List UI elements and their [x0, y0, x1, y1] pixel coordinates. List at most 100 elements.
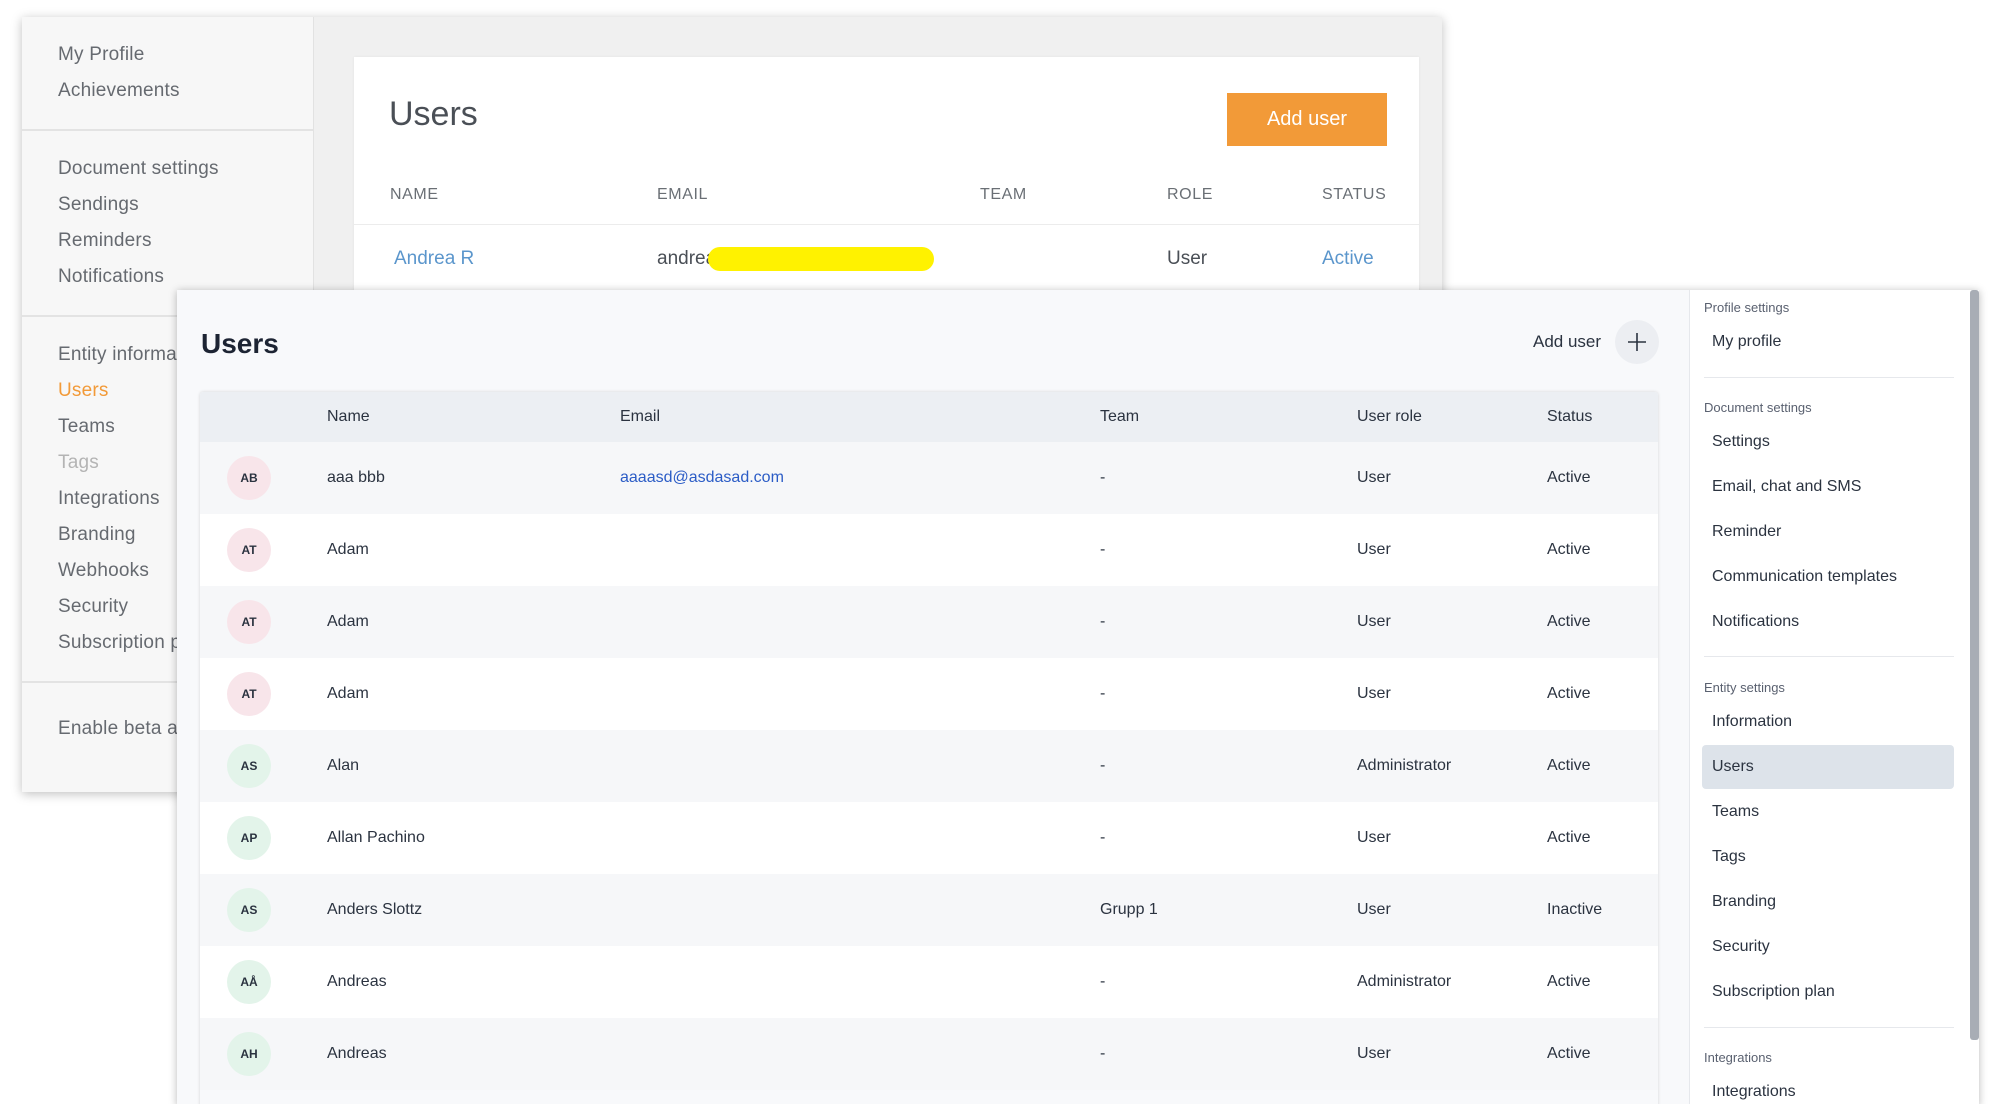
user-team: -: [1100, 613, 1106, 630]
user-team: -: [1100, 757, 1106, 774]
table-header: Name Email Team User role Status: [200, 392, 1658, 442]
user-name: Andreas: [327, 1045, 387, 1062]
sidebar-item-security[interactable]: Security: [1702, 925, 1954, 969]
sidebar-item-communication-templates[interactable]: Communication templates: [1702, 555, 1954, 599]
old-user-role: User: [1167, 248, 1208, 269]
sidebar-item-tags[interactable]: Tags: [1702, 835, 1954, 879]
table-row[interactable]: AÅ Andreas - Administrator Active: [200, 946, 1658, 1018]
settings-sidebar: Profile settings My profile Document set…: [1689, 290, 1979, 1104]
user-name: Adam: [327, 613, 369, 630]
user-team: Grupp 1: [1100, 901, 1158, 918]
avatar: AB: [227, 456, 271, 500]
user-role: User: [1357, 901, 1391, 918]
user-role: User: [1357, 541, 1391, 558]
plus-icon: [1628, 333, 1647, 351]
avatar: AS: [227, 888, 271, 932]
table-row[interactable]: AH Andreas - User Active: [200, 1018, 1658, 1090]
user-role: User: [1357, 829, 1391, 846]
table-row[interactable]: AS Alan - Administrator Active: [200, 730, 1658, 802]
sidebar-item-integrations[interactable]: Integrations: [1702, 1070, 1954, 1104]
avatar: AS: [227, 744, 271, 788]
sidebar-item-settings[interactable]: Settings: [1702, 420, 1954, 464]
user-role: Administrator: [1357, 973, 1452, 990]
table-row[interactable]: AT Adam - User Active: [200, 658, 1658, 730]
old-sidebar-item-my-profile[interactable]: My Profile: [58, 37, 313, 73]
avatar: AT: [227, 600, 271, 644]
old-sidebar-item-document-settings[interactable]: Document settings: [58, 151, 313, 187]
old-sidebar-item-reminders[interactable]: Reminders: [58, 223, 313, 259]
table-row[interactable]: AB aaa bbb aaaasd@asdasad.com - User Act…: [200, 442, 1658, 514]
sidebar-item-subscription-plan[interactable]: Subscription plan: [1702, 970, 1954, 1014]
user-name: aaa bbb: [327, 469, 385, 486]
avatar: AÅ: [227, 960, 271, 1004]
user-email-link[interactable]: aaaasd@asdasad.com: [620, 469, 784, 487]
user-name: Adam: [327, 685, 369, 702]
user-status: Active: [1547, 541, 1591, 558]
avatar: AT: [227, 528, 271, 572]
table-row[interactable]: AS Anders Slottz Grupp 1 User Inactive: [200, 874, 1658, 946]
old-page-title: Users: [389, 95, 478, 133]
add-user-label[interactable]: Add user: [1533, 332, 1601, 352]
user-name: Allan Pachino: [327, 829, 425, 846]
old-column-role[interactable]: ROLE: [1167, 186, 1213, 204]
new-main-content: Users Add user Name Email Team User role…: [177, 290, 1689, 1104]
sidebar-item-reminder[interactable]: Reminder: [1702, 510, 1954, 554]
sidebar-heading-integrations: Integrations: [1704, 1050, 1772, 1065]
old-add-user-button[interactable]: Add user: [1227, 93, 1387, 146]
sidebar-item-my-profile[interactable]: My profile: [1702, 320, 1954, 364]
column-name[interactable]: Name: [327, 408, 370, 426]
old-user-status[interactable]: Active: [1322, 248, 1374, 270]
add-user-button[interactable]: [1615, 320, 1660, 364]
table-row[interactable]: AT Adam - User Active: [200, 586, 1658, 658]
column-email[interactable]: Email: [620, 408, 660, 426]
user-status: Active: [1547, 829, 1591, 846]
column-user-role[interactable]: User role: [1357, 408, 1422, 426]
sidebar-item-notifications[interactable]: Notifications: [1702, 600, 1954, 644]
user-role: User: [1357, 1045, 1391, 1062]
redaction-highlight: [708, 247, 934, 271]
sidebar-divider: [1704, 656, 1954, 657]
old-table-row[interactable]: Andrea R andrea. User Active: [354, 225, 1419, 285]
sidebar-divider: [1704, 1027, 1954, 1028]
old-sidebar-item-sendings[interactable]: Sendings: [58, 187, 313, 223]
user-team: -: [1100, 541, 1106, 558]
user-role: Administrator: [1357, 757, 1452, 774]
sidebar-item-email-chat-sms[interactable]: Email, chat and SMS: [1702, 465, 1954, 509]
user-status: Active: [1547, 1045, 1591, 1062]
table-row[interactable]: AT Adam - User Active: [200, 514, 1658, 586]
user-team: -: [1100, 829, 1106, 846]
user-status: Active: [1547, 469, 1591, 486]
sidebar-heading-document: Document settings: [1704, 400, 1812, 415]
avatar: AT: [227, 672, 271, 716]
avatar: AP: [227, 816, 271, 860]
table-row[interactable]: AP Allan Pachino - User Active: [200, 802, 1658, 874]
old-column-email[interactable]: EMAIL: [657, 186, 708, 204]
user-name: Alan: [327, 757, 360, 774]
sidebar-item-teams[interactable]: Teams: [1702, 790, 1954, 834]
sidebar-heading-entity: Entity settings: [1704, 680, 1785, 695]
sidebar-heading-profile: Profile settings: [1704, 300, 1790, 315]
user-role: User: [1357, 613, 1391, 630]
users-table: Name Email Team User role Status AB aaa …: [200, 392, 1658, 1104]
user-status: Active: [1547, 973, 1591, 990]
sidebar-item-branding[interactable]: Branding: [1702, 880, 1954, 924]
old-column-status[interactable]: STATUS: [1322, 186, 1386, 204]
sidebar-item-users[interactable]: Users: [1702, 745, 1954, 789]
column-status[interactable]: Status: [1547, 408, 1592, 426]
user-role: User: [1357, 685, 1391, 702]
user-team: -: [1100, 973, 1106, 990]
user-name: Adam: [327, 541, 369, 558]
user-team: -: [1100, 469, 1106, 486]
old-column-team[interactable]: TEAM: [980, 186, 1027, 204]
add-user-action[interactable]: Add user: [1533, 320, 1660, 364]
sidebar-item-information[interactable]: Information: [1702, 700, 1954, 744]
sidebar-scrollbar[interactable]: [1970, 290, 1979, 1040]
old-user-name-link[interactable]: Andrea R: [394, 248, 474, 270]
sidebar-divider: [1704, 377, 1954, 378]
column-team[interactable]: Team: [1100, 408, 1139, 426]
old-sidebar-item-achievements[interactable]: Achievements: [58, 73, 313, 109]
user-team: -: [1100, 685, 1106, 702]
user-team: -: [1100, 1045, 1106, 1062]
new-settings-window: Users Add user Name Email Team User role…: [177, 290, 1979, 1104]
old-column-name[interactable]: NAME: [390, 186, 439, 204]
